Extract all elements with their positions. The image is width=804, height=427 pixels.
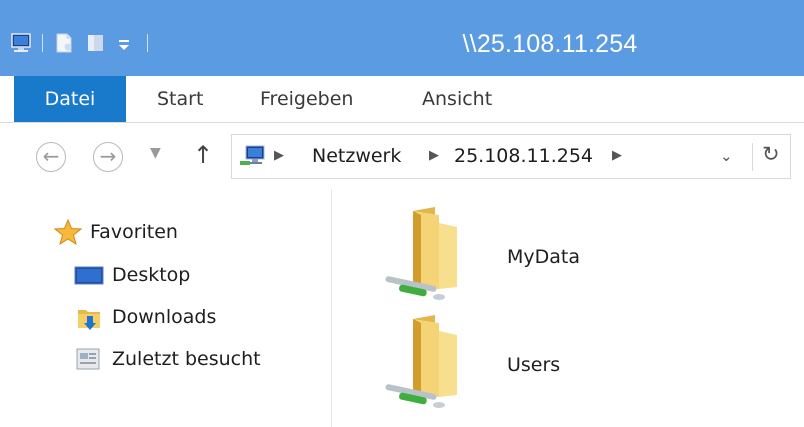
content-pane: MyData Users bbox=[333, 189, 804, 427]
address-bar[interactable]: ▶ Netzwerk ▶ 25.108.11.254 ▶ ⌄ ↻ bbox=[231, 134, 791, 179]
title-bar[interactable]: \\25.108.11.254 bbox=[0, 0, 804, 76]
downloads-folder-icon bbox=[74, 304, 104, 330]
forward-button[interactable]: → bbox=[93, 142, 123, 172]
network-share-folder-icon bbox=[365, 311, 465, 411]
window-title: \\25.108.11.254 bbox=[462, 30, 638, 58]
recent-locations-dropdown[interactable]: ▼ bbox=[150, 145, 161, 161]
breadcrumb-netzwerk[interactable]: Netzwerk bbox=[312, 145, 401, 167]
tab-ansicht[interactable]: Ansicht bbox=[422, 76, 492, 122]
share-label: Users bbox=[507, 354, 561, 376]
nav-favorites[interactable]: Favoriten bbox=[53, 216, 178, 248]
nav-item-label: Zuletzt besucht bbox=[112, 348, 261, 370]
tab-freigeben[interactable]: Freigeben bbox=[260, 76, 353, 122]
desktop-icon bbox=[74, 262, 104, 288]
nav-recent[interactable]: Zuletzt besucht bbox=[74, 343, 261, 375]
address-history-dropdown-icon[interactable]: ⌄ bbox=[720, 147, 733, 165]
share-item[interactable]: Users bbox=[365, 311, 725, 411]
share-label: MyData bbox=[507, 246, 581, 268]
breadcrumb-host[interactable]: 25.108.11.254 bbox=[454, 145, 593, 167]
nav-desktop[interactable]: Desktop bbox=[74, 259, 190, 291]
up-arrow-icon: ↑ bbox=[193, 141, 214, 169]
back-button[interactable]: ← bbox=[36, 142, 66, 172]
navigation-pane: Favoriten Desktop Downloads Zuletzt besu… bbox=[0, 189, 332, 427]
address-separator bbox=[752, 143, 753, 171]
refresh-icon[interactable]: ↻ bbox=[762, 142, 780, 166]
ribbon-tabs: Datei Start Freigeben Ansicht bbox=[0, 76, 804, 122]
nav-downloads[interactable]: Downloads bbox=[74, 301, 216, 333]
network-computer-icon bbox=[238, 144, 268, 172]
nav-item-label: Desktop bbox=[112, 264, 191, 286]
share-item[interactable]: MyData bbox=[365, 203, 725, 303]
up-button[interactable]: ↑ bbox=[193, 141, 213, 169]
favorites-label: Favoriten bbox=[90, 221, 178, 243]
back-arrow-icon: ← bbox=[42, 144, 60, 168]
nav-item-label: Downloads bbox=[112, 306, 217, 328]
breadcrumb-chevron-icon[interactable]: ▶ bbox=[612, 148, 622, 163]
recent-places-icon bbox=[74, 346, 104, 372]
navigation-bar: ← → ▼ ↑ ▶ Netzwerk ▶ 25.108.11.254 ▶ ⌄ ↻ bbox=[0, 123, 804, 189]
breadcrumb-chevron-icon[interactable]: ▶ bbox=[274, 148, 284, 163]
network-share-folder-icon bbox=[365, 203, 465, 303]
forward-arrow-icon: → bbox=[99, 144, 117, 168]
tab-start[interactable]: Start bbox=[157, 76, 203, 122]
tab-datei[interactable]: Datei bbox=[14, 76, 126, 122]
breadcrumb-chevron-icon[interactable]: ▶ bbox=[429, 148, 439, 163]
star-icon bbox=[53, 218, 83, 246]
